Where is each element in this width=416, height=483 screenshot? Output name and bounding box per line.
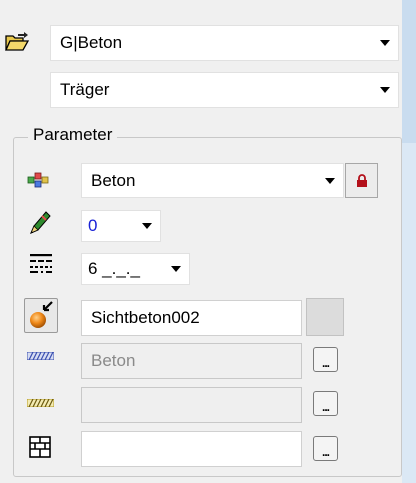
type-combo-value: Träger: [60, 80, 110, 99]
ellipsis-label: ...: [321, 445, 330, 459]
brick-icon: [27, 434, 53, 460]
layer-combo[interactable]: G|Beton: [50, 25, 399, 61]
hatch-browse-button[interactable]: ...: [313, 347, 338, 372]
ellipsis-label: ...: [321, 356, 330, 370]
surface-sphere-icon: [30, 301, 53, 328]
lock-icon: [356, 173, 367, 187]
ellipsis-label: ...: [321, 400, 330, 414]
chevron-down-icon[interactable]: [140, 211, 154, 241]
chevron-down-icon[interactable]: [378, 73, 392, 107]
pen-icon: [26, 208, 52, 238]
layer-combo-value: G|Beton: [60, 33, 123, 52]
material-combo-value: Beton: [91, 170, 136, 190]
line-type-combo[interactable]: 6 _._._: [81, 253, 190, 285]
type-combo[interactable]: Träger: [50, 72, 399, 108]
parameter-group-label: Parameter: [28, 124, 118, 146]
lock-button[interactable]: [345, 163, 378, 198]
pen-combo-value: 0: [88, 216, 98, 235]
line-type-combo-value: 6 _._._: [88, 259, 140, 278]
hatch-blue-icon: [27, 350, 54, 362]
chevron-down-icon[interactable]: [169, 254, 183, 284]
open-folder-icon[interactable]: [4, 30, 30, 54]
hatch-field: Beton: [81, 343, 302, 379]
material-icon: [26, 170, 50, 190]
hatch-gold-icon: [27, 397, 54, 409]
window-backdrop: [402, 0, 416, 483]
surface-color-button[interactable]: [306, 298, 344, 336]
material-combo[interactable]: Beton: [81, 163, 344, 198]
surface-field[interactable]: Sichtbeton002: [81, 300, 302, 336]
line-type-icon: [28, 250, 54, 276]
surface-button[interactable]: [24, 298, 58, 333]
fill-browse-button[interactable]: ...: [313, 436, 338, 461]
pattern-field: [81, 387, 302, 423]
chevron-down-icon[interactable]: [323, 164, 337, 197]
fill-field[interactable]: [81, 431, 302, 467]
pen-combo[interactable]: 0: [81, 210, 161, 242]
hatch-field-value: Beton: [91, 351, 136, 370]
chevron-down-icon[interactable]: [378, 26, 392, 60]
pattern-browse-button[interactable]: ...: [313, 391, 338, 416]
surface-field-value: Sichtbeton002: [91, 308, 200, 327]
